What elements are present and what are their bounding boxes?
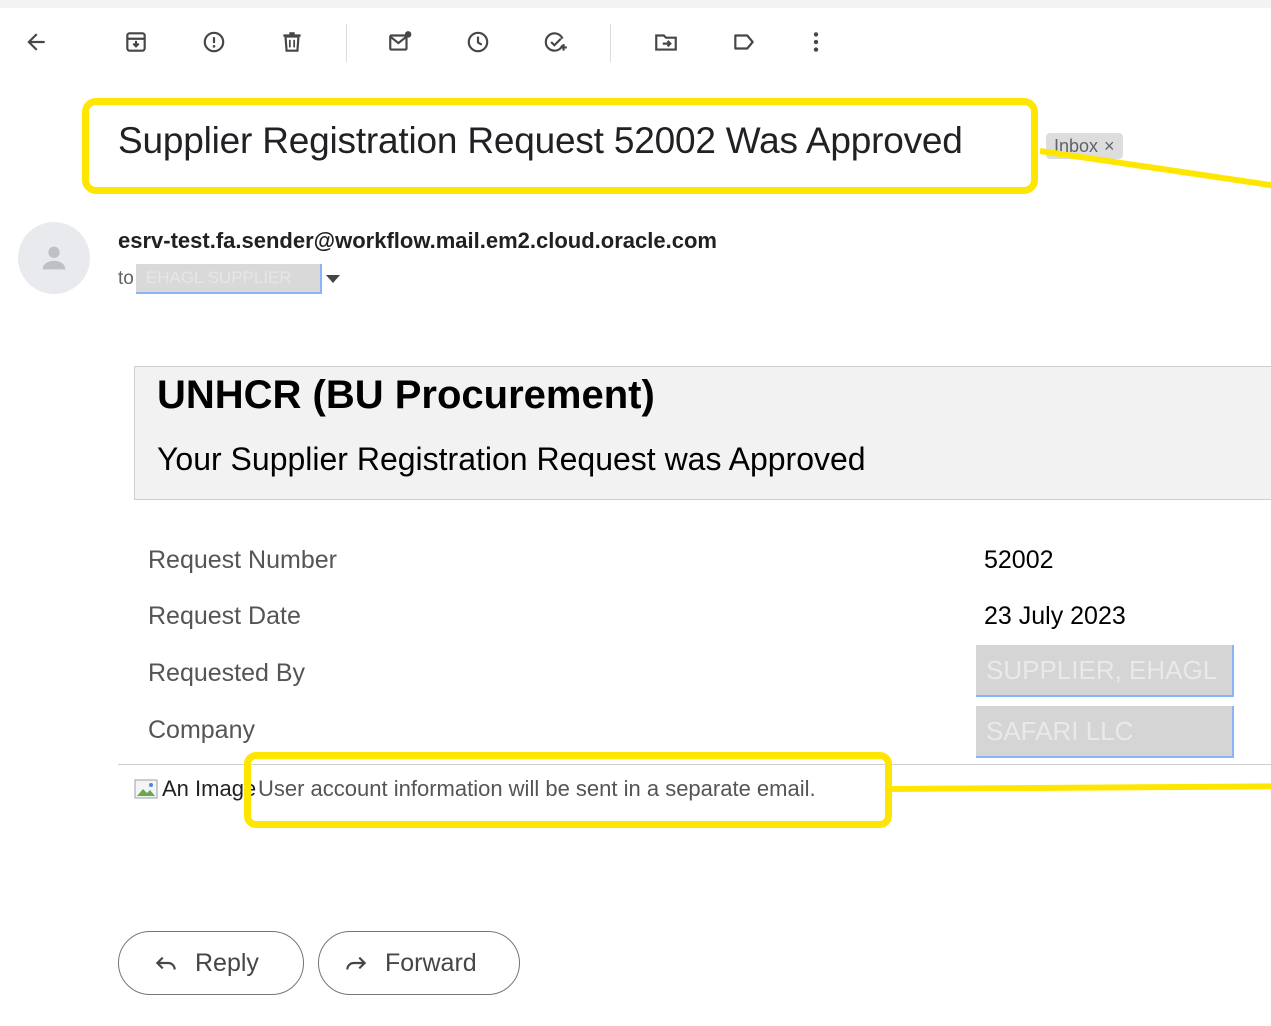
- sender-avatar[interactable]: [18, 222, 90, 294]
- requested-by-value-redacted: SUPPLIER, EHAGL: [976, 645, 1234, 697]
- request-date-label: Request Date: [148, 602, 301, 630]
- approval-headline: Your Supplier Registration Request was A…: [157, 441, 866, 477]
- archive-icon[interactable]: [120, 26, 152, 58]
- back-arrow-icon[interactable]: [20, 26, 52, 58]
- label-icon[interactable]: [728, 26, 760, 58]
- forward-label: Forward: [385, 948, 477, 977]
- broken-image: An Image: [134, 776, 256, 802]
- more-icon[interactable]: [800, 26, 832, 58]
- mark-unread-icon[interactable]: [384, 26, 416, 58]
- broken-image-icon: [134, 777, 160, 801]
- notice-highlight-box: [244, 752, 892, 828]
- reply-button[interactable]: Reply: [118, 931, 304, 995]
- top-border: [0, 0, 1271, 8]
- subject-highlight-box: [82, 98, 1038, 194]
- report-spam-icon[interactable]: [198, 26, 230, 58]
- move-to-icon[interactable]: [650, 26, 682, 58]
- email-header-panel: UNHCR (BU Procurement) Your Supplier Reg…: [134, 366, 1271, 500]
- annotation-pointer-line: [887, 783, 1271, 792]
- to-prefix: to: [118, 268, 134, 289]
- person-icon: [42, 246, 66, 270]
- delete-icon[interactable]: [276, 26, 308, 58]
- sender-email[interactable]: esrv-test.fa.sender@workflow.mail.em2.cl…: [118, 228, 717, 254]
- remove-label-icon[interactable]: ×: [1104, 136, 1115, 157]
- request-date-value: 23 July 2023: [984, 602, 1126, 630]
- request-number-value: 52002: [984, 546, 1054, 574]
- toolbar-divider: [346, 24, 347, 62]
- company-value-redacted: SAFARI LLC: [976, 706, 1234, 758]
- toolbar-divider: [610, 24, 611, 62]
- requested-by-label: Requested By: [148, 659, 306, 687]
- recipient-details-dropdown-icon[interactable]: [325, 275, 340, 283]
- reply-icon: [155, 956, 176, 970]
- recipient-name-redacted: EHAGL SUPPLIER: [135, 264, 322, 294]
- annotation-pointer-line: [1039, 148, 1271, 190]
- request-number-label: Request Number: [148, 546, 337, 574]
- reply-label: Reply: [195, 948, 259, 977]
- add-to-tasks-icon[interactable]: [540, 26, 572, 58]
- company-label: Company: [148, 716, 255, 744]
- organization-name: UNHCR (BU Procurement): [157, 373, 655, 417]
- forward-button[interactable]: Forward: [318, 931, 520, 995]
- forward-icon: [346, 956, 367, 970]
- snooze-icon[interactable]: [462, 26, 494, 58]
- broken-image-alt-text: An Image: [162, 776, 257, 801]
- recipient-line: to EHAGL SUPPLIER: [118, 264, 340, 294]
